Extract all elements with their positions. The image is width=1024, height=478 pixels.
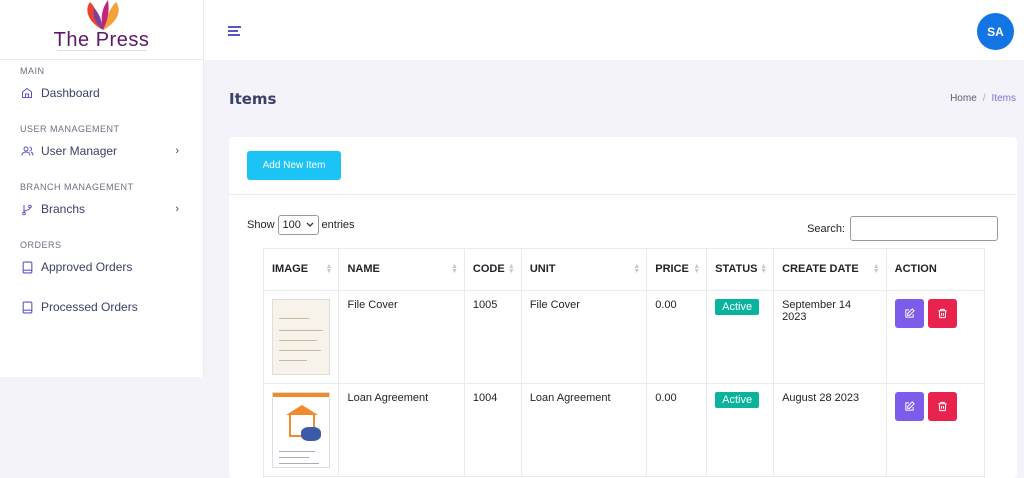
add-new-item-button[interactable]: Add New Item <box>247 151 341 180</box>
column-header-price[interactable]: PRICE ▲ ▼ <box>646 249 708 291</box>
avatar[interactable]: SA <box>977 13 1014 50</box>
table-header-row: IMAGE ▲ ▼ NAME ▲ ▼ CODE ▲ ▼ UNIT ▲ ▼ PRICE ▲ ▼ STA… <box>264 249 984 291</box>
column-header-status[interactable]: STATUS ▲ ▼ <box>706 249 775 291</box>
edit-button[interactable] <box>894 298 924 328</box>
column-header-name[interactable]: NAME ▲ ▼ <box>338 249 465 291</box>
entries-select[interactable]: 100 <box>277 215 319 235</box>
tablet-icon <box>20 300 34 314</box>
sidebar-item-label: Dashboard <box>41 86 100 100</box>
column-header-create-date[interactable]: CREATE DATE ▲ ▼ <box>773 249 887 291</box>
sidebar-item-label: Processed Orders <box>41 300 138 314</box>
sort-icon: ▲ ▼ <box>872 263 880 275</box>
cell-action <box>886 383 984 477</box>
sort-icon: ▲ ▼ <box>693 263 701 275</box>
sidebar-item-branchs[interactable]: Branchs › <box>0 197 203 221</box>
entries-value: 100 <box>282 219 301 231</box>
cell-code: 1005 <box>464 290 522 384</box>
cell-create-date: September 14 2023 <box>773 290 887 384</box>
edit-button[interactable] <box>894 391 924 421</box>
sort-icon: ▲ ▼ <box>760 263 768 275</box>
column-header-action: ACTION <box>886 249 984 291</box>
cell-status: Active <box>706 290 775 384</box>
cell-code: 1004 <box>464 383 522 477</box>
sidebar-item-approved-orders[interactable]: Approved Orders <box>0 255 203 279</box>
breadcrumb-separator: / <box>982 93 986 104</box>
cell-price: 0.00 <box>646 290 708 384</box>
cell-image <box>264 383 340 477</box>
brand-tagline-line <box>56 50 147 53</box>
cell-unit: File Cover <box>521 290 648 384</box>
cell-name: File Cover <box>338 290 465 384</box>
sidebar: The Press MAIN Dashboard USER MANAGEMENT… <box>0 0 204 377</box>
items-table-wrapper: IMAGE ▲ ▼ NAME ▲ ▼ CODE ▲ ▼ UNIT ▲ ▼ PRICE ▲ ▼ STA… <box>263 248 985 478</box>
items-card: Add New Item Show 100 entries Search: IM… <box>229 137 1017 478</box>
sidebar-item-label: Approved Orders <box>41 260 133 274</box>
chevron-right-icon: › <box>175 145 179 157</box>
cell-action <box>886 290 984 384</box>
page-title: Items <box>229 90 277 108</box>
logo[interactable]: The Press <box>0 0 203 60</box>
sort-icon: ▲ ▼ <box>450 263 458 275</box>
status-badge: Active <box>715 391 760 408</box>
search-input[interactable] <box>850 216 998 241</box>
sidebar-item-label: Branchs <box>41 202 86 216</box>
git-branch-icon <box>20 202 34 216</box>
menu-toggle-icon[interactable] <box>228 26 241 36</box>
table-row: Loan Agreement 1004 Loan Agreement 0.00 … <box>264 383 984 477</box>
users-icon <box>20 144 34 158</box>
search-label: Search: <box>807 222 845 235</box>
column-header-image[interactable]: IMAGE ▲ ▼ <box>264 249 340 291</box>
show-label: Show <box>247 219 275 231</box>
sort-icon: ▲ ▼ <box>507 263 515 275</box>
menu-section-user-management: USER MANAGEMENT <box>20 124 120 134</box>
brand-name: The Press <box>53 29 150 51</box>
item-thumbnail[interactable] <box>272 391 330 468</box>
search-control: Search: <box>807 216 998 241</box>
table-row: File Cover 1005 File Cover 0.00 Active S… <box>264 290 984 384</box>
breadcrumb-current: Items <box>991 93 1016 104</box>
logo-leaf-icon <box>87 0 119 30</box>
cell-status: Active <box>706 383 775 477</box>
sort-icon: ▲ ▼ <box>633 263 641 275</box>
sort-icon: ▲ ▼ <box>325 263 333 275</box>
trash-icon <box>938 308 947 318</box>
cell-price: 0.00 <box>646 383 708 477</box>
cell-name: Loan Agreement <box>338 383 465 477</box>
tablet-icon <box>20 260 34 274</box>
cell-create-date: August 28 2023 <box>773 383 887 477</box>
column-header-unit[interactable]: UNIT ▲ ▼ <box>521 249 648 291</box>
status-badge: Active <box>715 298 760 315</box>
breadcrumb-home[interactable]: Home <box>950 93 977 104</box>
menu-section-branch-management: BRANCH MANAGEMENT <box>20 182 134 192</box>
delete-button[interactable] <box>927 391 957 421</box>
cell-unit: Loan Agreement <box>521 383 648 477</box>
cell-image <box>264 290 340 384</box>
menu-section-main: MAIN <box>20 66 45 76</box>
edit-icon <box>904 307 915 318</box>
sidebar-item-processed-orders[interactable]: Processed Orders <box>0 295 203 319</box>
item-thumbnail[interactable] <box>272 298 330 375</box>
sidebar-item-user-manager[interactable]: User Manager › <box>0 139 203 163</box>
home-icon <box>20 86 34 100</box>
sidebar-item-dashboard[interactable]: Dashboard <box>0 81 203 105</box>
card-header: Add New Item <box>229 137 1017 195</box>
chevron-down-icon <box>306 222 313 227</box>
sidebar-item-label: User Manager <box>41 144 118 158</box>
trash-icon <box>938 401 947 411</box>
entries-control: Show 100 entries <box>247 215 355 235</box>
chevron-right-icon: › <box>175 203 179 215</box>
topbar: SA <box>204 0 1024 60</box>
items-table: IMAGE ▲ ▼ NAME ▲ ▼ CODE ▲ ▼ UNIT ▲ ▼ PRICE ▲ ▼ STA… <box>264 249 984 477</box>
edit-icon <box>904 400 915 411</box>
breadcrumb: Home / Items <box>950 93 1016 104</box>
delete-button[interactable] <box>927 298 957 328</box>
entries-label: entries <box>321 219 355 231</box>
column-header-code[interactable]: CODE ▲ ▼ <box>464 249 522 291</box>
menu-section-orders: ORDERS <box>20 240 62 250</box>
